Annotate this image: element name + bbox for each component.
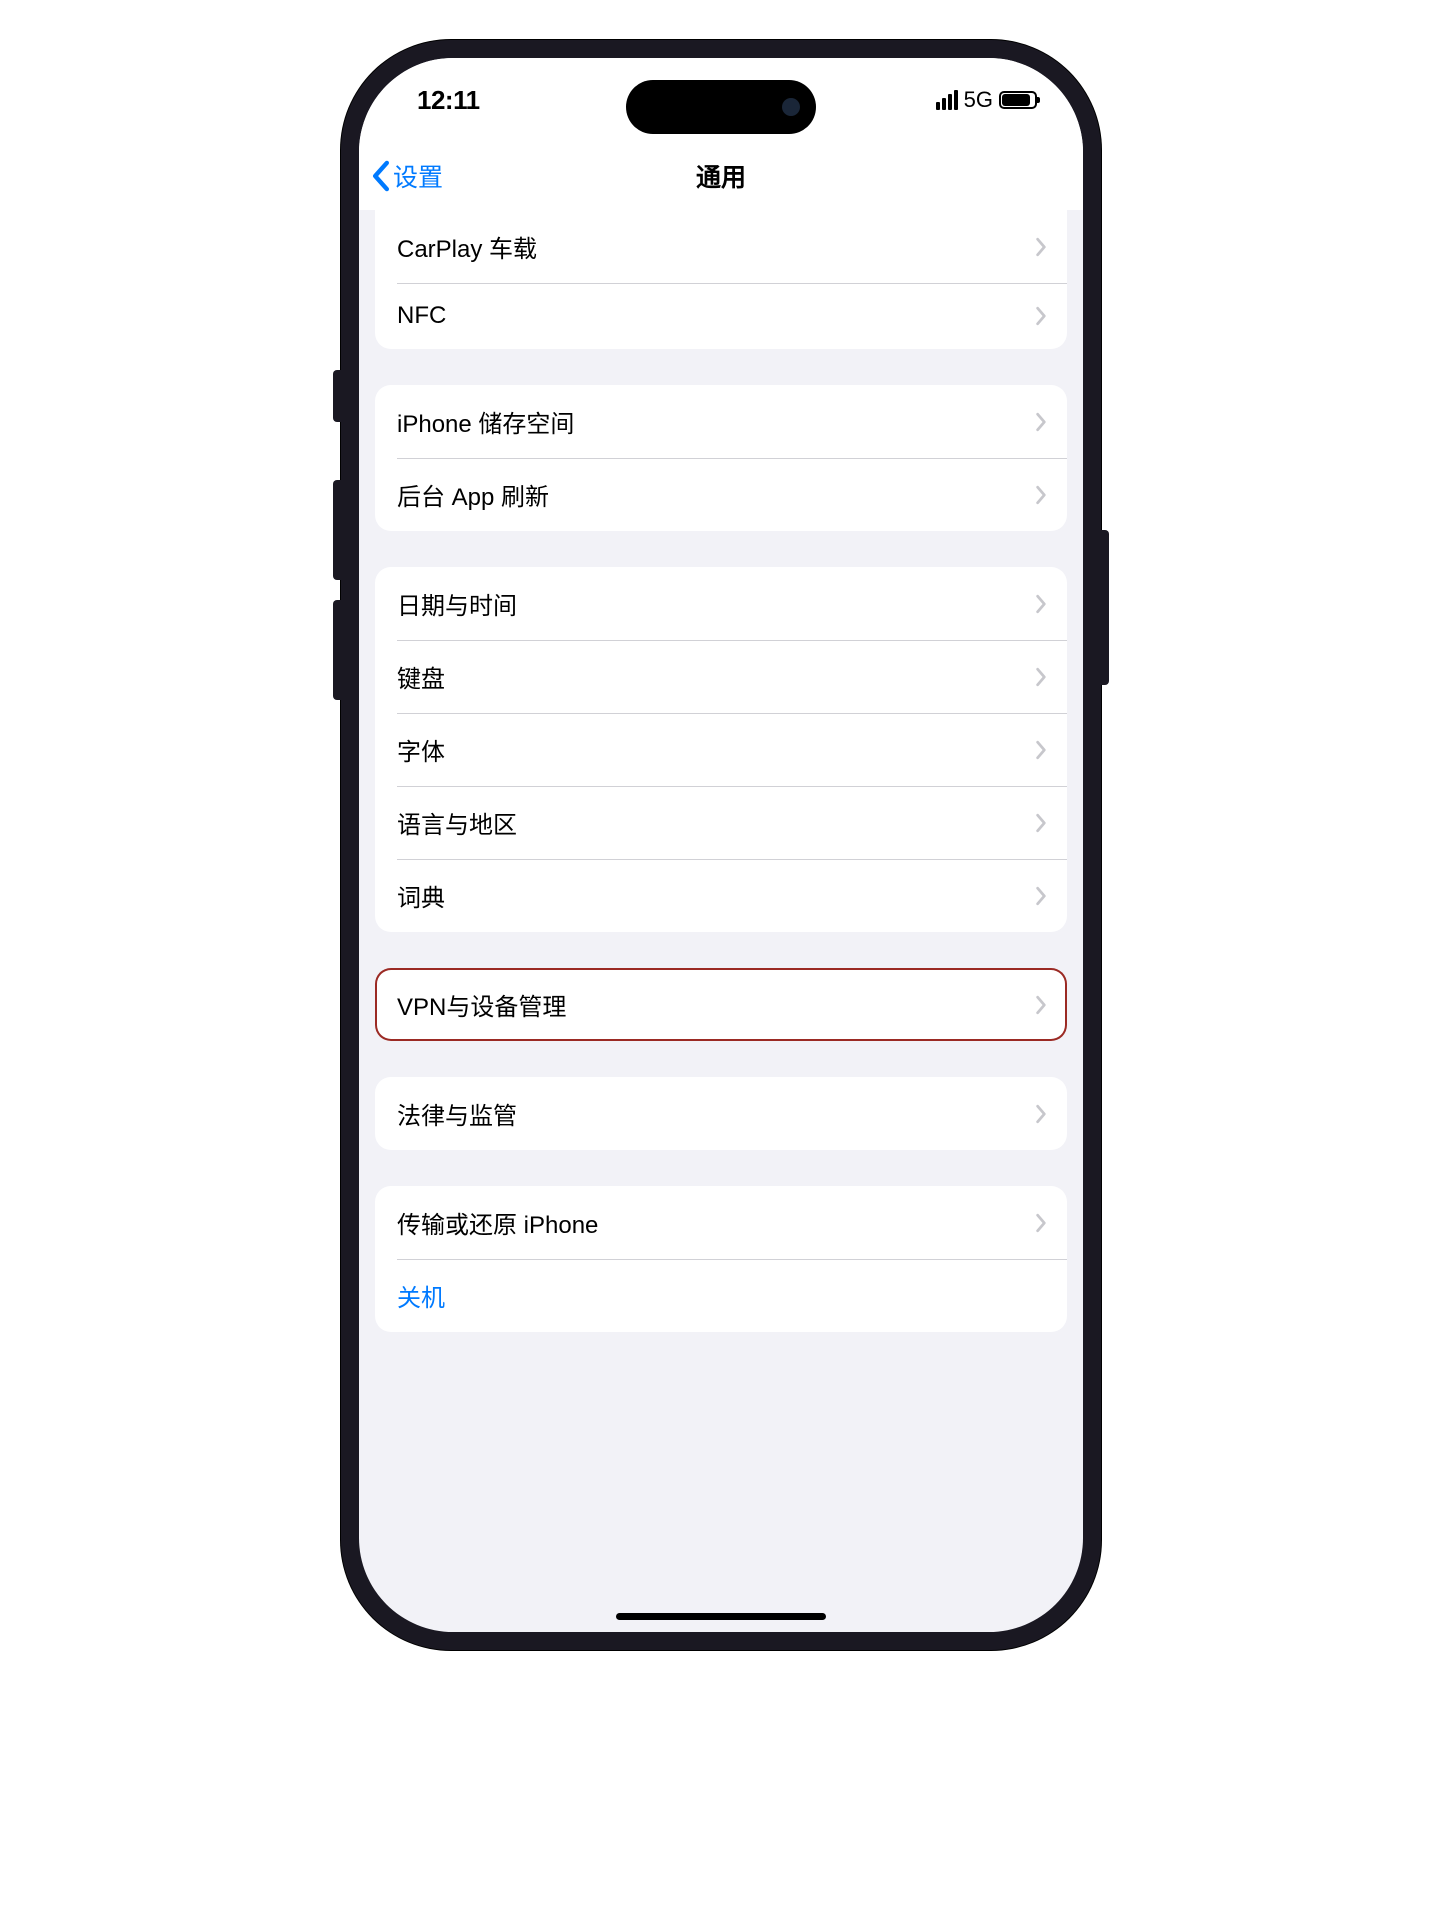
chevron-right-icon — [1035, 667, 1047, 687]
row-label: 后台 App 刷新 — [397, 477, 549, 512]
settings-group: VPN与设备管理 — [375, 968, 1067, 1041]
settings-row[interactable]: 词典 — [375, 859, 1067, 932]
status-time: 12:11 — [417, 85, 480, 116]
row-label: 日期与时间 — [397, 586, 517, 621]
settings-row[interactable]: 传输或还原 iPhone — [375, 1186, 1067, 1259]
settings-row[interactable]: 关机 — [375, 1259, 1067, 1332]
row-label: 词典 — [397, 878, 445, 913]
row-label: iPhone 储存空间 — [397, 404, 574, 439]
settings-row[interactable]: 字体 — [375, 713, 1067, 786]
settings-row[interactable]: NFC — [375, 283, 1067, 349]
battery-icon — [999, 91, 1037, 109]
chevron-right-icon — [1035, 412, 1047, 432]
row-label: NFC — [397, 302, 446, 330]
back-label: 设置 — [393, 158, 443, 194]
settings-row[interactable]: VPN与设备管理 — [375, 968, 1067, 1041]
home-indicator[interactable] — [616, 1613, 826, 1620]
chevron-right-icon — [1035, 306, 1047, 326]
settings-row[interactable]: CarPlay 车载 — [375, 210, 1067, 283]
row-label: 键盘 — [397, 659, 445, 694]
nav-bar: 设置 通用 — [359, 142, 1083, 210]
phone-frame: 12:11 5G 设置 通用 CarPlay 车载 NFC iPhone 储存空间后… — [341, 40, 1101, 1650]
chevron-right-icon — [1035, 886, 1047, 906]
settings-row[interactable]: 法律与监管 — [375, 1077, 1067, 1150]
row-label: CarPlay 车载 — [397, 229, 537, 264]
network-label: 5G — [964, 87, 993, 113]
row-label: 关机 — [397, 1278, 445, 1313]
chevron-right-icon — [1035, 740, 1047, 760]
settings-group: iPhone 储存空间后台 App 刷新 — [375, 385, 1067, 531]
settings-group: CarPlay 车载 NFC — [375, 210, 1067, 349]
chevron-right-icon — [1035, 1213, 1047, 1233]
settings-row[interactable]: 后台 App 刷新 — [375, 458, 1067, 531]
chevron-left-icon — [371, 160, 391, 192]
chevron-right-icon — [1035, 594, 1047, 614]
settings-group: 法律与监管 — [375, 1077, 1067, 1150]
chevron-right-icon — [1035, 995, 1047, 1015]
settings-row[interactable]: 语言与地区 — [375, 786, 1067, 859]
row-label: 传输或还原 iPhone — [397, 1205, 598, 1240]
back-button[interactable]: 设置 — [371, 158, 443, 194]
dynamic-island — [626, 80, 816, 134]
settings-content[interactable]: CarPlay 车载NFCiPhone 储存空间后台 App 刷新日期与时间键盘… — [359, 210, 1083, 1612]
chevron-right-icon — [1035, 1104, 1047, 1124]
chevron-right-icon — [1035, 237, 1047, 257]
settings-row[interactable]: 键盘 — [375, 640, 1067, 713]
row-label: VPN与设备管理 — [397, 987, 566, 1022]
settings-row[interactable]: iPhone 储存空间 — [375, 385, 1067, 458]
settings-group: 日期与时间键盘字体语言与地区词典 — [375, 567, 1067, 932]
chevron-right-icon — [1035, 813, 1047, 833]
settings-row[interactable]: 日期与时间 — [375, 567, 1067, 640]
row-label: 字体 — [397, 732, 445, 767]
row-label: 语言与地区 — [397, 805, 517, 840]
signal-icon — [936, 90, 958, 110]
chevron-right-icon — [1035, 485, 1047, 505]
page-title: 通用 — [696, 158, 746, 194]
screen: 12:11 5G 设置 通用 CarPlay 车载 NFC iPhone 储存空间后… — [359, 58, 1083, 1632]
row-label: 法律与监管 — [397, 1096, 517, 1131]
settings-group: 传输或还原 iPhone 关机 — [375, 1186, 1067, 1332]
